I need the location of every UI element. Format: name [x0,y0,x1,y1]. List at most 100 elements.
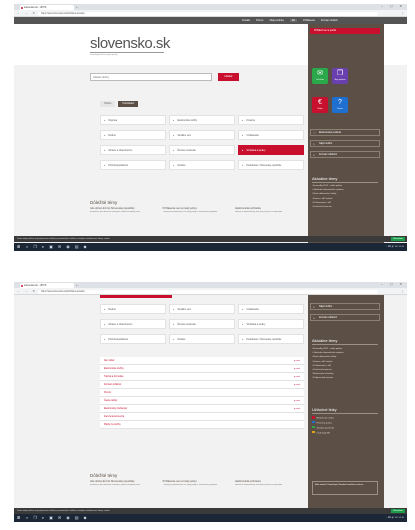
service-tile[interactable]: ● Sociálne veci [169,130,235,140]
service-tile[interactable]: ● Rodina [100,130,166,140]
taskbar-edge-icon[interactable]: e [42,244,44,249]
topics-title: Dôležité témy [90,473,118,478]
system-tray[interactable]: ^ ⌨ 🔊 SK 10:45 [386,516,404,519]
service-tile[interactable]: ● Životné prostredie [169,145,235,155]
useful-divider [312,413,378,414]
taskbar-store-icon[interactable]: ▤ [75,515,79,520]
flag-icon [312,416,315,419]
list-item[interactable]: Ako začaťnové [100,357,304,365]
news-item[interactable]: Podpora dokumentov [312,376,378,380]
topics-columns: Ako občan EÚ do Slovenskej republiky Info… [90,207,302,214]
taskbar-chrome-icon[interactable]: ◉ [66,244,70,249]
list-item[interactable]: Elektronické službynové [100,365,304,373]
search-input[interactable]: Hľadať služby [90,73,212,81]
new-tab-button[interactable]: + [76,5,78,9]
contact-box[interactable]: Máte otázku? Kontaktujte Ústredné kontak… [312,481,378,495]
service-tile[interactable]: ● Ostatné [169,160,235,170]
service-tile[interactable]: ● Ostatné [169,334,235,344]
service-tile[interactable]: ● Poľnohospodárstvo [100,160,166,170]
service-tile[interactable]: ● Podnikanie v Slovenskej republike [238,334,304,344]
tile-pomoc[interactable]: ? Pomoc [332,97,348,113]
taskbar-explorer-icon[interactable]: ▣ [49,515,53,520]
taskbar: ⊞ ⌕ ❐ e ▣ ✉ ◉ ▤ ◆ ^ ⌨ 🔊 SK 10:45 [14,514,407,522]
service-tile[interactable]: ● Vzdelávanie [238,304,304,314]
taskbar-search-icon[interactable]: ⌕ [26,515,28,520]
service-tile[interactable]: ● Životné prostredie [169,319,235,329]
start-icon[interactable]: ⊞ [17,515,20,520]
tab-obcan[interactable]: Občan [100,101,116,107]
useful-link[interactable]: Úrad vlády SR [312,430,378,436]
list-item[interactable]: Zaručená konverzia [100,413,304,421]
service-tile-highlighted[interactable]: ● Schránka a správy [238,145,304,155]
cookie-accept-button[interactable]: Rozumiem [391,509,405,513]
sidebar-button[interactable]: ⌂ Zoznam inštitúcií [310,151,380,158]
topnav-link-kontakt[interactable]: Kontakt [242,19,250,22]
list-item[interactable]: Pomoc [100,389,304,397]
topnav-link-pomoc[interactable]: Pomoc [256,19,263,22]
service-tile[interactable]: ● Doprava [100,115,166,125]
search-icon: ⌕ [313,142,315,146]
tile-podania[interactable]: ❐ Moje podania [332,68,348,84]
service-tile[interactable]: ● Schránka a správy [238,319,304,329]
service-tile[interactable]: ● Zdravie a zdravotníctvo [100,319,166,329]
favicon-icon [21,284,23,287]
topic-column[interactable]: Elektronická schránka Aktivácia elektroni… [235,207,302,214]
login-button[interactable]: Prihlásiť sa na portál [310,28,380,34]
service-tile[interactable]: ● Poľnohospodárstvo [100,334,166,344]
tile-platby[interactable]: € Platby [312,97,328,113]
search-button[interactable]: Hľadať [218,73,239,81]
service-tile[interactable]: ● Sociálne veci [169,304,235,314]
list-item[interactable]: Zoznam inštitúciínové [100,381,304,389]
language-switch[interactable]: SK [289,19,298,22]
browser-menu-icon[interactable]: ⋮ [401,289,404,293]
site-logo[interactable]: slovensko.sk [90,35,170,52]
sidebar-button[interactable]: 🗎 Elektronické podanie [310,129,380,136]
cookie-accept-button[interactable]: Rozumiem [391,237,405,241]
list-item[interactable]: Tlačivá a formulárenové [100,373,304,381]
topnav-link-mapa[interactable]: Mapa stránky [270,19,284,22]
list-item[interactable]: Platby za služby [100,421,304,429]
url-field[interactable]: https://www.slovensko.sk/sk/titulna-stra… [38,11,378,16]
window-controls[interactable]: – ▢ ✕ [381,4,405,8]
taskbar-mail-icon[interactable]: ✉ [58,515,61,520]
taskbar-app-icon[interactable]: ◆ [84,515,87,520]
topic-column[interactable]: Ako občan EÚ do Slovenskej republiky Info… [90,480,157,487]
taskbar-taskview-icon[interactable]: ❐ [33,515,37,520]
taskbar-taskview-icon[interactable]: ❐ [33,244,37,249]
service-tile[interactable]: ● Podnikanie v Slovenskej republike [238,160,304,170]
system-tray[interactable]: ^ ⌨ 🔊 SK 10:45 [386,245,404,248]
taskbar-explorer-icon[interactable]: ▣ [49,244,53,249]
browser-menu-icon[interactable]: ⋮ [401,11,404,15]
start-icon[interactable]: ⊞ [17,244,20,249]
tile-schranka[interactable]: ✉ Schránka [312,68,328,84]
taskbar-edge-icon[interactable]: e [42,515,44,520]
topic-column[interactable]: Prihlásenie sa na trvalý pobyt Postup pri… [163,480,230,487]
book-icon: ● [242,309,244,311]
sidebar-button[interactable]: ⌕ Nájsť službu [310,140,380,147]
taskbar-store-icon[interactable]: ▤ [75,244,79,249]
url-field[interactable]: https://www.slovensko.sk/sk/titulna-stra… [38,289,378,294]
sidebar-button[interactable]: ⌕ Nájsť službu [310,303,380,310]
tab-podnikatel[interactable]: Podnikateľ [118,101,139,107]
service-tile[interactable]: ● Rodina [100,304,166,314]
topic-column[interactable]: Elektronická schránka Aktivácia elektroni… [235,480,302,487]
new-tab-button[interactable]: + [76,283,78,287]
sidebar-button[interactable]: ⌂ Zoznam inštitúcií [310,314,380,321]
taskbar-chrome-icon[interactable]: ◉ [66,515,70,520]
taskbar-app-icon[interactable]: ◆ [84,244,87,249]
service-tile[interactable]: ● Zdravie a zdravotníctvo [100,145,166,155]
topic-column[interactable]: Prihlásenie sa na trvalý pobyt Postup pri… [163,207,230,214]
taskbar-mail-icon[interactable]: ✉ [58,244,61,249]
topic-column[interactable]: Ako občan EÚ do Slovenskej republiky Info… [90,207,157,214]
service-tile[interactable]: ● Financie [238,115,304,125]
service-tile[interactable]: ● Vzdelávanie [238,130,304,140]
payment-icon: € [318,99,322,106]
news-item[interactable]: Zaručená konverzia [312,205,378,209]
list-item[interactable]: Časté otázkynové [100,397,304,405]
window-controls[interactable]: – ▢ ✕ [381,282,405,286]
topnav-link-sluzby[interactable]: Zoznam služieb [321,19,338,22]
list-item[interactable]: Elektronický občianskynové [100,405,304,413]
service-tile[interactable]: ● Elektronické služby [169,115,235,125]
taskbar-search-icon[interactable]: ⌕ [26,244,28,249]
topnav-link-prihlasenie[interactable]: Prihlásenie [303,19,315,22]
